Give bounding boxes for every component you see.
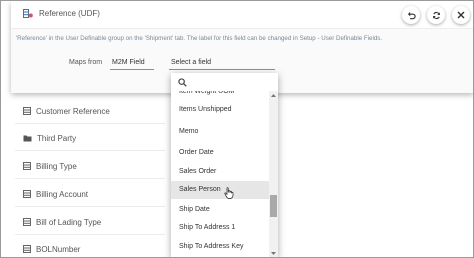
option-order-date[interactable]: Order Date	[171, 144, 269, 162]
hand-pointer-icon	[224, 187, 234, 199]
option-memo[interactable]: Memo	[171, 123, 269, 141]
undo-button[interactable]	[402, 6, 420, 24]
refresh-icon	[432, 11, 440, 19]
option-ship-to-address-key[interactable]: Ship To Address Key	[171, 238, 269, 256]
divider	[15, 206, 165, 207]
option-item-weight-uom[interactable]: Item Weight UOM	[171, 91, 269, 101]
source-field-select[interactable]: M2M Field	[110, 56, 154, 70]
close-icon	[457, 11, 465, 19]
field-row-customer-reference[interactable]: Customer Reference	[23, 103, 110, 119]
table-icon	[23, 162, 31, 170]
divider	[15, 178, 165, 179]
table-icon	[23, 245, 31, 253]
field-label: Customer Reference	[36, 106, 110, 116]
app-frame: Customer Reference Third Party Billing T…	[0, 0, 474, 258]
dropdown-scrollbar[interactable]	[269, 91, 278, 257]
folder-icon	[23, 135, 32, 142]
dropdown-options: Item Weight UOM Items Unshipped Memo Ord…	[171, 91, 269, 257]
table-icon	[23, 218, 31, 226]
option-ship-date[interactable]: Ship Date	[171, 201, 269, 219]
dropdown-search[interactable]	[171, 73, 278, 91]
field-dropdown: Item Weight UOM Items Unshipped Memo Ord…	[171, 73, 278, 257]
divider	[15, 234, 165, 235]
field-description: 'Reference' in the User Definable group …	[16, 35, 383, 42]
search-icon	[178, 77, 187, 87]
close-button[interactable]	[452, 6, 470, 24]
field-row-billing-type[interactable]: Billing Type	[23, 158, 77, 174]
field-label: Billing Type	[36, 161, 77, 171]
field-label: Billing Account	[36, 189, 89, 199]
refresh-button[interactable]	[427, 6, 445, 24]
undo-icon	[407, 11, 416, 19]
scroll-thumb[interactable]	[270, 195, 277, 217]
divider	[15, 150, 165, 151]
card-title: Reference (UDF)	[39, 9, 100, 18]
udf-field-icon	[23, 9, 33, 18]
table-icon	[23, 107, 31, 115]
field-row-bolnumber[interactable]: BOLNumber	[23, 241, 80, 257]
field-label: BOLNumber	[36, 244, 81, 254]
field-row-billing-account[interactable]: Billing Account	[23, 186, 88, 202]
target-field-select[interactable]: Select a field	[169, 56, 275, 70]
scroll-down-arrow-icon[interactable]	[269, 249, 278, 257]
option-ship-to-address-1[interactable]: Ship To Address 1	[171, 219, 269, 237]
option-sales-person[interactable]: Sales Person	[171, 181, 269, 199]
field-row-third-party[interactable]: Third Party	[23, 130, 76, 146]
field-label: Third Party	[37, 133, 77, 143]
option-sales-order[interactable]: Sales Order	[171, 163, 269, 181]
table-icon	[23, 190, 31, 198]
scroll-up-arrow-icon[interactable]	[269, 91, 278, 99]
divider	[15, 123, 165, 124]
option-items-unshipped[interactable]: Items Unshipped	[171, 101, 269, 119]
field-row-bill-of-lading-type[interactable]: Bill of Lading Type	[23, 214, 101, 230]
field-label: Bill of Lading Type	[36, 217, 102, 227]
maps-from-label: Maps from	[69, 59, 103, 66]
